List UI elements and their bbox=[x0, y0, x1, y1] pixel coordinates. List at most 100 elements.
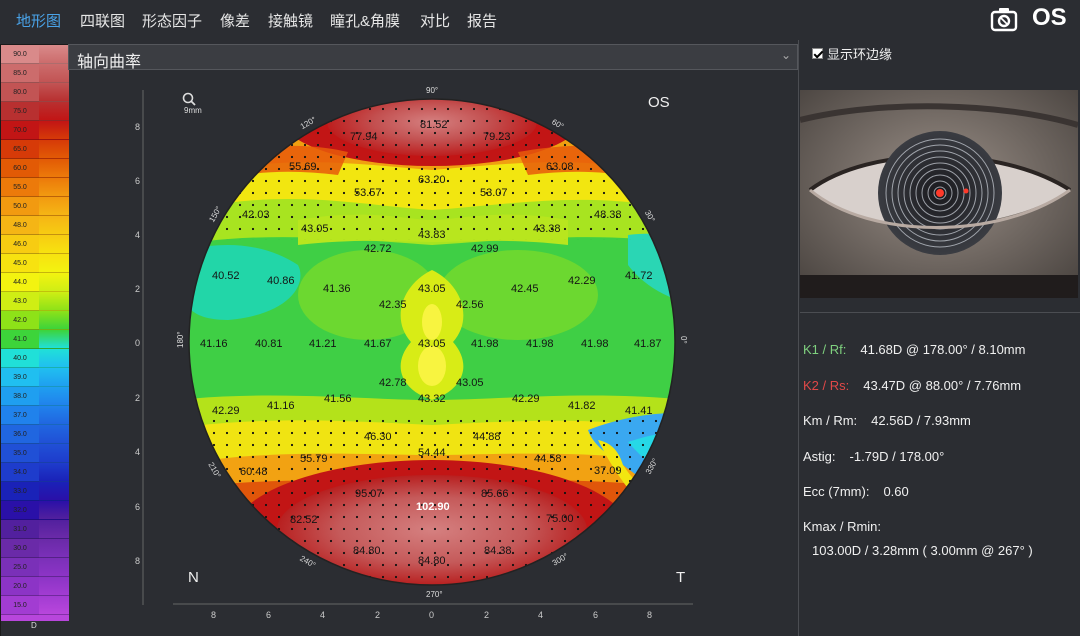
scale-gradient bbox=[39, 349, 69, 368]
scale-gradient bbox=[39, 501, 69, 520]
k1-metric: K1 / Rf: 41.68D @ 178.00° / 8.10mm bbox=[803, 342, 1025, 357]
angle-label: 240° bbox=[298, 554, 317, 570]
scale-gradient bbox=[39, 197, 69, 216]
scale-gradient bbox=[39, 273, 69, 292]
curvature-value: 48.38 bbox=[594, 209, 622, 221]
scale-step: 70.0 bbox=[1, 121, 39, 140]
angle-label: 300° bbox=[551, 552, 570, 568]
topography-map[interactable]: 864202468 864202468 90°60°30°0°330°300°2… bbox=[68, 70, 798, 636]
angle-label: 180° bbox=[176, 331, 185, 348]
scale-gradient bbox=[39, 178, 69, 197]
scale-step: 46.0 bbox=[1, 235, 39, 254]
curvature-value: 41.21 bbox=[309, 338, 337, 350]
tab-pupil-cornea[interactable]: 瞳孔&角膜 bbox=[330, 10, 400, 31]
y-tick-label: 2 bbox=[135, 284, 140, 294]
angle-label: 210° bbox=[206, 461, 222, 480]
top-toolbar: 地形图 四联图 形态因子 像差 接触镜 瞳孔&角膜 对比 报告 OS bbox=[0, 0, 1080, 40]
km-value: 42.56D / 7.93mm bbox=[871, 413, 971, 428]
y-tick-label: 6 bbox=[135, 502, 140, 512]
x-tick-label: 4 bbox=[538, 610, 543, 620]
map-eye-label: OS bbox=[648, 94, 670, 111]
limbus-checkbox-label: 显示环边缘 bbox=[827, 47, 893, 62]
curvature-value: 41.98 bbox=[581, 338, 609, 350]
angle-label: 270° bbox=[426, 590, 443, 599]
scale-gradient bbox=[39, 45, 69, 64]
k2-metric: K2 / Rs: 43.47D @ 88.00° / 7.76mm bbox=[803, 378, 1021, 393]
kmax-metric: Kmax / Rmin: bbox=[803, 519, 881, 534]
y-tick-label: 4 bbox=[135, 447, 140, 457]
scale-step: 80.0 bbox=[1, 83, 39, 102]
camera-icon[interactable] bbox=[990, 5, 1018, 33]
map-type-select[interactable]: 轴向曲率 ⌄ bbox=[68, 44, 798, 71]
curvature-value: 102.90 bbox=[416, 501, 450, 513]
y-tick-label: 6 bbox=[135, 176, 140, 186]
eye-photo bbox=[800, 90, 1078, 298]
curvature-value: 43.83 bbox=[418, 229, 446, 241]
astig-value: -1.79D / 178.00° bbox=[849, 449, 945, 464]
angle-label: 330° bbox=[644, 457, 660, 476]
tab-aberration[interactable]: 像差 bbox=[220, 10, 250, 31]
curvature-value: 41.36 bbox=[323, 283, 351, 295]
curvature-value: 44.88 bbox=[473, 431, 501, 443]
scale-gradient bbox=[39, 292, 69, 311]
curvature-value: 40.86 bbox=[267, 275, 295, 287]
curvature-value: 40.52 bbox=[212, 270, 240, 282]
y-tick-label: 2 bbox=[135, 393, 140, 403]
scale-step: 41.0 bbox=[1, 330, 39, 349]
scale-step: 42.0 bbox=[1, 311, 39, 330]
y-tick-label: 0 bbox=[135, 338, 140, 348]
scale-step: 65.0 bbox=[1, 140, 39, 159]
curvature-value: 53.07 bbox=[480, 187, 508, 199]
tab-report[interactable]: 报告 bbox=[467, 10, 497, 31]
limbus-checkbox[interactable] bbox=[812, 48, 823, 59]
curvature-value: 43.38 bbox=[533, 223, 561, 235]
curvature-value: 43.05 bbox=[418, 283, 446, 295]
curvature-value: 42.78 bbox=[379, 377, 407, 389]
curvature-value: 84.80 bbox=[353, 545, 381, 557]
angle-label: 90° bbox=[426, 86, 438, 95]
scale-gradient bbox=[39, 444, 69, 463]
curvature-value: 42.03 bbox=[242, 209, 270, 221]
tab-quad-view[interactable]: 四联图 bbox=[80, 10, 125, 31]
curvature-value: 43.05 bbox=[301, 223, 329, 235]
curvature-value: 41.16 bbox=[267, 400, 295, 412]
scale-gradient bbox=[39, 330, 69, 349]
scale-step: 30.0 bbox=[1, 539, 39, 558]
scale-gradient bbox=[39, 254, 69, 273]
scale-step: 25.0 bbox=[1, 558, 39, 577]
tab-shape-factor[interactable]: 形态因子 bbox=[142, 10, 202, 31]
curvature-value: 75.00 bbox=[546, 513, 574, 525]
curvature-value: 84.38 bbox=[484, 545, 512, 557]
curvature-value: 40.81 bbox=[255, 338, 283, 350]
x-tick-label: 2 bbox=[375, 610, 380, 620]
scale-gradient bbox=[39, 216, 69, 235]
curvature-value: 55.69 bbox=[289, 161, 317, 173]
y-tick-label: 4 bbox=[135, 230, 140, 240]
curvature-value: 41.87 bbox=[634, 338, 662, 350]
scale-step: 36.0 bbox=[1, 425, 39, 444]
x-tick-label: 4 bbox=[320, 610, 325, 620]
scale-gradient bbox=[39, 64, 69, 83]
scale-step: 38.0 bbox=[1, 387, 39, 406]
tab-contact-lens[interactable]: 接触镜 bbox=[268, 10, 313, 31]
show-limbus-toggle[interactable]: 显示环边缘 bbox=[812, 44, 892, 63]
scale-gradient bbox=[39, 463, 69, 482]
scale-step: 45.0 bbox=[1, 254, 39, 273]
curvature-value: 95.07 bbox=[355, 488, 383, 500]
x-tick-label: 8 bbox=[211, 610, 216, 620]
x-tick-label: 8 bbox=[647, 610, 652, 620]
angle-label: 0° bbox=[679, 336, 688, 344]
zoom-icon[interactable] bbox=[182, 92, 196, 106]
curvature-value: 42.45 bbox=[511, 283, 539, 295]
curvature-value: 41.41 bbox=[625, 405, 653, 417]
x-tick-label: 6 bbox=[266, 610, 271, 620]
ecc-value: 0.60 bbox=[883, 484, 909, 499]
curvature-value: 42.29 bbox=[212, 405, 240, 417]
tab-compare[interactable]: 对比 bbox=[420, 10, 450, 31]
curvature-value: 43.05 bbox=[418, 338, 446, 350]
eye-side-label: OS bbox=[1032, 4, 1067, 31]
km-label: Km / Rm: bbox=[803, 413, 858, 428]
tab-topography[interactable]: 地形图 bbox=[16, 10, 61, 31]
curvature-value: 60.48 bbox=[240, 466, 268, 478]
curvature-value: 41.82 bbox=[568, 400, 596, 412]
